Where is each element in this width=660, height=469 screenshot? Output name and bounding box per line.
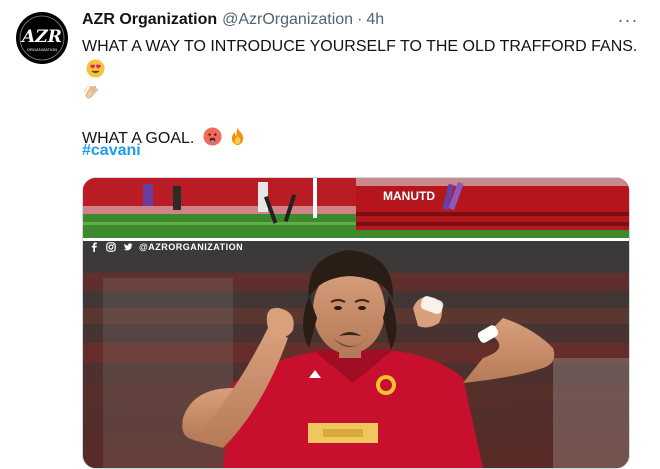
svg-text:AZR: AZR bbox=[20, 27, 62, 47]
hot-face-emoji bbox=[203, 127, 222, 146]
author-name[interactable]: AZR Organization bbox=[82, 11, 217, 29]
heart-eyes-emoji bbox=[86, 59, 105, 78]
hashtag-link[interactable]: #cavani bbox=[82, 142, 141, 160]
cavani-celebration-photo: MANUTD bbox=[83, 178, 629, 468]
timestamp[interactable]: 4h bbox=[366, 11, 384, 29]
stadium-board-text: MANUTD bbox=[383, 189, 435, 203]
tweet-header: AZR Organization @AzrOrganization · 4h bbox=[82, 10, 640, 30]
watermark-handle: @AZRORGANIZATION bbox=[139, 242, 244, 252]
clapping-hands-emoji bbox=[82, 83, 101, 102]
author-handle[interactable]: @AzrOrganization bbox=[222, 11, 353, 29]
avatar[interactable]: AZR ORGANIZATION bbox=[16, 12, 68, 64]
svg-text:ORGANIZATION: ORGANIZATION bbox=[27, 47, 57, 52]
twitter-icon bbox=[122, 241, 134, 253]
facebook-icon bbox=[88, 241, 100, 253]
instagram-icon bbox=[105, 241, 117, 253]
tweet-media-image[interactable]: MANUTD bbox=[82, 177, 630, 469]
watermark-bar: @AZRORGANIZATION bbox=[88, 240, 243, 254]
fire-emoji bbox=[228, 127, 247, 146]
separator-dot: · bbox=[357, 11, 363, 28]
tweet-text-line-1: WHAT A WAY TO INTRODUCE YOURSELF TO THE … bbox=[82, 38, 638, 55]
more-options-button[interactable]: ··· bbox=[616, 8, 640, 32]
azr-logo: AZR ORGANIZATION bbox=[17, 13, 67, 63]
tweet-text: WHAT A WAY TO INTRODUCE YOURSELF TO THE … bbox=[82, 35, 642, 151]
